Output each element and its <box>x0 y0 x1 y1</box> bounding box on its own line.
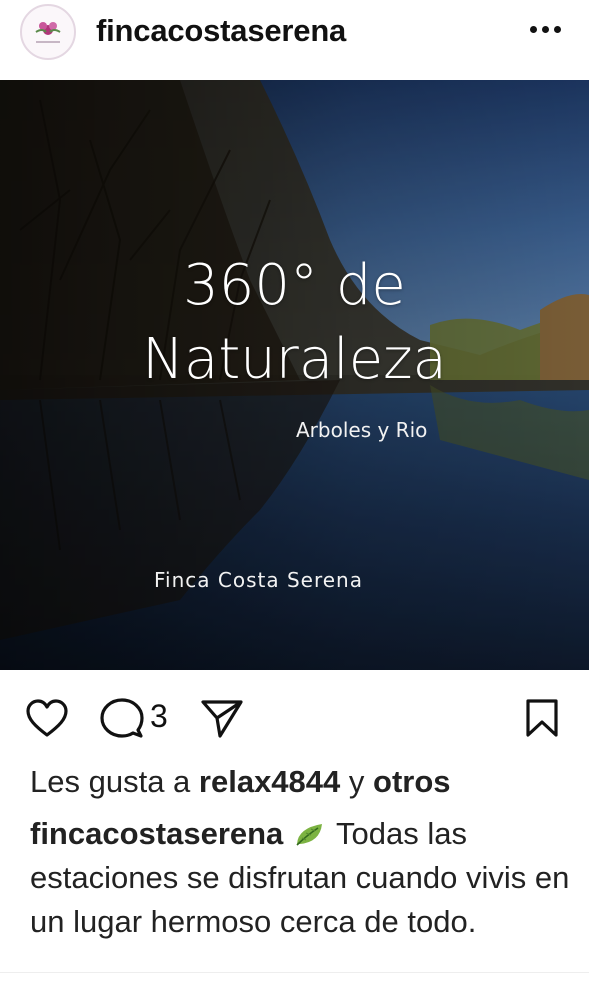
likes-middle: y <box>340 764 374 799</box>
send-icon[interactable] <box>200 698 244 740</box>
heart-icon[interactable] <box>25 699 69 739</box>
post-subtitle: Arboles y Rio <box>296 418 428 442</box>
profile-avatar[interactable] <box>20 4 76 60</box>
post-image[interactable]: 360° de Naturaleza Arboles y Rio Finca C… <box>0 80 589 670</box>
liked-by-user[interactable]: relax4844 <box>199 764 340 799</box>
post-header: fincacostaserena <box>0 0 589 80</box>
comment-count[interactable]: 3 <box>150 698 168 735</box>
caption-username[interactable]: fincacostaserena <box>30 816 283 851</box>
comment-icon[interactable] <box>100 698 144 740</box>
post-caption: fincacostaserena Todas las estaciones se… <box>30 812 570 944</box>
post-author-username[interactable]: fincacostaserena <box>96 13 346 49</box>
post-title-line-2: Naturaleza <box>142 327 447 392</box>
avatar-flower-icon <box>35 22 61 43</box>
likes-prefix: Les gusta a <box>30 764 199 799</box>
more-horizontal-icon[interactable] <box>530 26 570 40</box>
post-title-line-1: 360° de <box>183 253 406 318</box>
post-brand: Finca Costa Serena <box>154 568 363 592</box>
likes-others-link[interactable]: otros <box>373 764 451 799</box>
leaf-emoji-icon <box>296 824 322 846</box>
bookmark-icon[interactable] <box>524 698 560 738</box>
likes-summary: Les gusta a relax4844 y otros <box>30 764 451 800</box>
post-actions-bar: 3 <box>0 670 589 760</box>
bottom-divider <box>0 972 589 982</box>
